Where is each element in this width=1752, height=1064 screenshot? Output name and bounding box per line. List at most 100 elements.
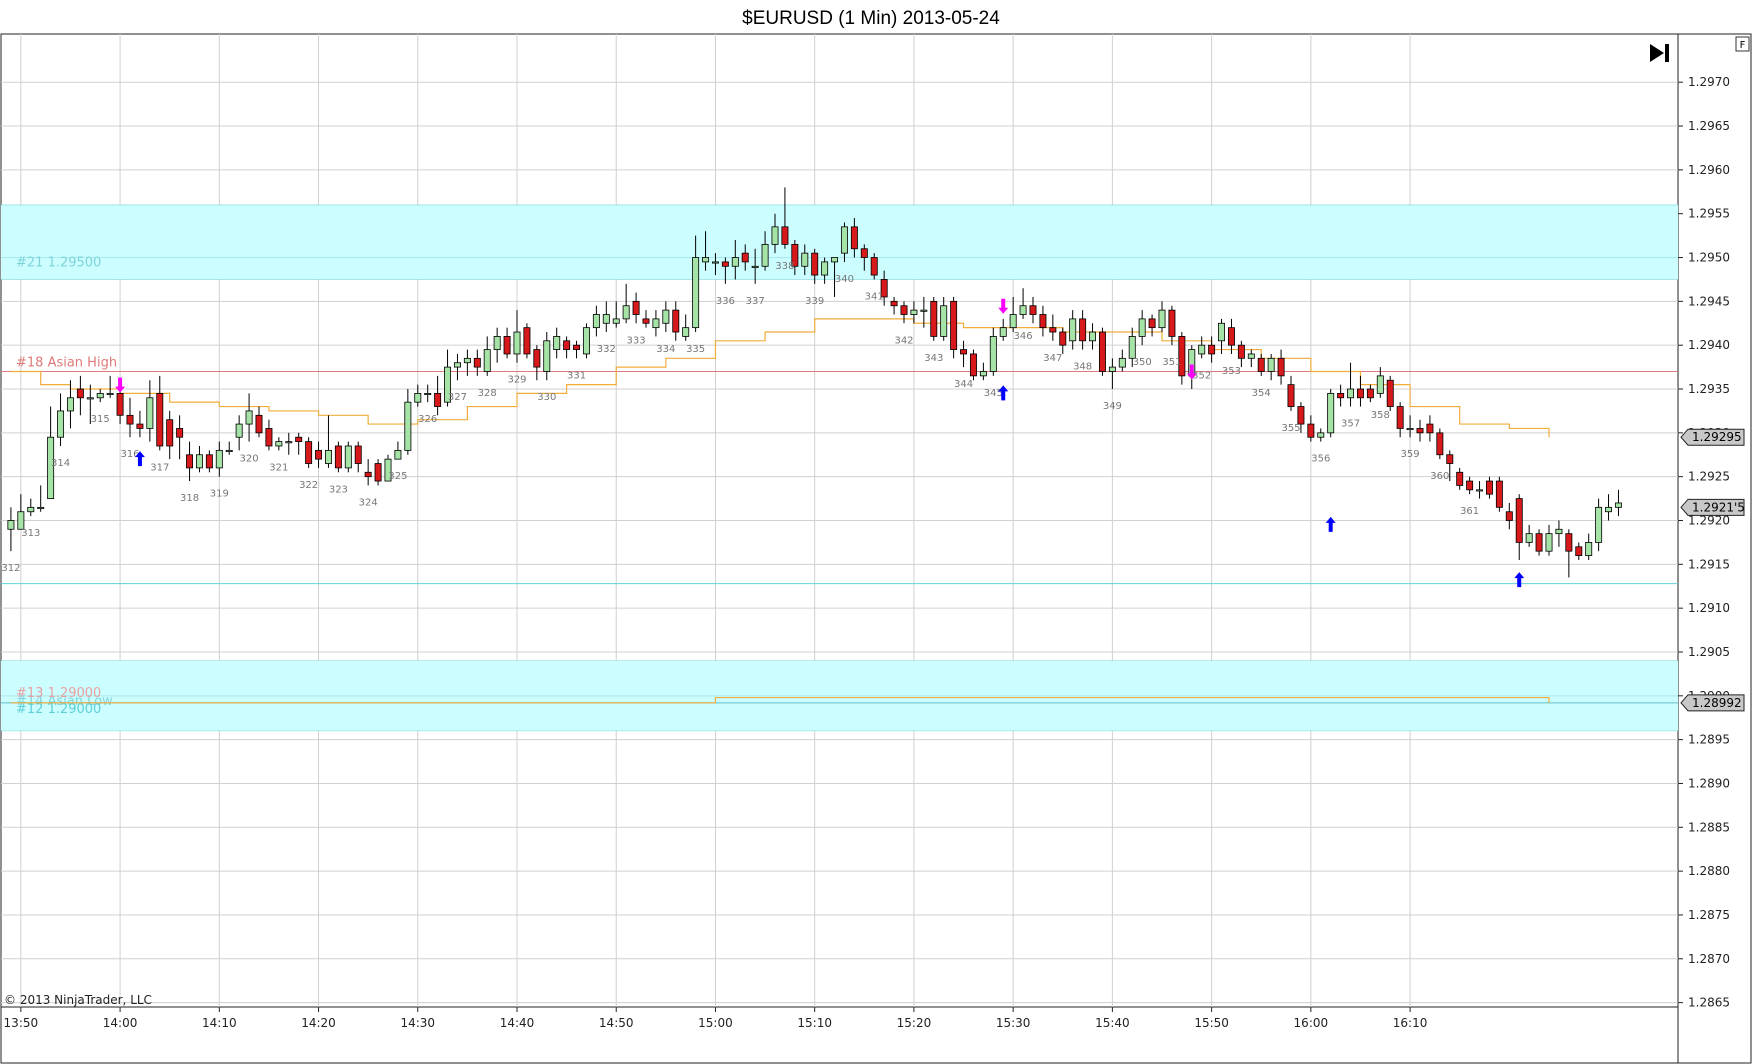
candle [334, 441, 342, 473]
candle-body [1237, 344, 1245, 359]
price-box-ma-label: 1.29295 [1692, 430, 1742, 444]
f-button[interactable]: F [1735, 36, 1750, 52]
candle-body [1356, 388, 1364, 399]
candle-body [652, 318, 660, 329]
candle-body [1049, 327, 1057, 333]
candle-body [27, 506, 35, 513]
y-tick-label-1.2925: 1.2925 [1688, 470, 1730, 484]
candle-body [1426, 423, 1434, 434]
candle-body [1138, 318, 1146, 337]
x-tick-label-1440: 14:40 [500, 1016, 535, 1030]
chart-title: $EURUSD (1 Min) 2013-05-24 [742, 8, 1000, 29]
candle-body [344, 445, 352, 469]
candle-body [672, 309, 680, 333]
y-tick-label-1.2895: 1.2895 [1688, 733, 1730, 747]
candle-body [86, 397, 94, 400]
candle-body [1208, 344, 1216, 355]
bar-label-317: 317 [150, 462, 169, 473]
candle-body [1178, 336, 1186, 377]
y-tick-label-1.2970: 1.2970 [1688, 75, 1730, 89]
bar-label-359: 359 [1401, 449, 1420, 460]
candle-body [682, 327, 690, 337]
candle-body [1386, 379, 1394, 407]
bar-label-354: 354 [1252, 388, 1271, 399]
candle-body [513, 331, 521, 355]
y-tick-label-1.2915: 1.2915 [1688, 557, 1730, 571]
candle-body [1485, 480, 1493, 495]
candle-body [1128, 336, 1136, 359]
candle-body [1307, 423, 1315, 438]
y-tick-label-1.2865: 1.2865 [1688, 996, 1730, 1010]
candle-body [66, 397, 74, 412]
candle-body [1515, 498, 1523, 543]
candle [1098, 327, 1106, 376]
candle [950, 296, 958, 359]
y-tick-label-1.2880: 1.2880 [1688, 864, 1730, 878]
candle-body [1575, 546, 1583, 556]
candle-body [831, 257, 839, 263]
candle-body [1009, 314, 1017, 329]
candle-body [1118, 357, 1126, 368]
candle-body [1247, 353, 1255, 359]
candle-body [850, 226, 858, 250]
price-chart: $EURUSD (1 Min) 2013-05-24 #21 1.29500 #1… [0, 8, 1752, 1064]
candle-body [890, 300, 898, 307]
x-tick-label-1540: 15:40 [1095, 1016, 1130, 1030]
candle-body [573, 344, 581, 350]
candle-body [801, 252, 809, 267]
bar-label-349: 349 [1103, 401, 1122, 412]
bar-label-323: 323 [329, 484, 348, 495]
y-tick-label-1.2940: 1.2940 [1688, 338, 1730, 352]
bar-label-334: 334 [656, 344, 675, 355]
candle-body [1069, 318, 1077, 342]
candle-body [1416, 428, 1424, 434]
candle-body [860, 248, 868, 258]
bar-label-347: 347 [1043, 353, 1062, 364]
bar-label-339: 339 [805, 296, 824, 307]
go-to-end-button[interactable] [1643, 40, 1673, 66]
candle-body [1614, 502, 1622, 508]
candle-body [205, 454, 213, 469]
x-tick-label-1500: 15:00 [698, 1016, 733, 1030]
bar-label-313: 313 [21, 528, 40, 539]
candle-body [116, 392, 124, 416]
bar-label-338: 338 [775, 261, 794, 272]
candle-body [969, 353, 977, 377]
candle-body [1148, 318, 1156, 329]
candle-body [1218, 322, 1226, 342]
bar-label-360: 360 [1430, 471, 1449, 482]
candle-body [1545, 533, 1553, 552]
candle-body [1098, 331, 1106, 372]
candle-body [642, 318, 650, 324]
candle-body [1396, 406, 1404, 429]
bar-label-341: 341 [865, 291, 884, 302]
bar-label-320: 320 [240, 454, 259, 465]
resistance-zone-label: #21 1.29500 [16, 256, 101, 271]
bar-label-322: 322 [299, 480, 318, 491]
bar-label-325: 325 [388, 471, 407, 482]
candle-body [632, 300, 640, 315]
x-tick-label-1550: 15:50 [1194, 1016, 1229, 1030]
x-tick-label-1450: 14:50 [599, 1016, 634, 1030]
candle-body [1277, 357, 1285, 377]
candle-body [1525, 533, 1533, 543]
candle-body [315, 449, 323, 460]
candle-body [840, 226, 848, 254]
resistance-zone [1, 204, 1678, 280]
time-axis: 13:50 14:00 14:10 14:20 14:30 14:40 14:50 15:00… [4, 1007, 1427, 1030]
candle-body [1436, 432, 1444, 456]
candle-body [1565, 533, 1573, 552]
bar-label-327: 327 [448, 392, 467, 403]
price-box-lower: 1.28992 [1680, 694, 1745, 712]
candle-body [394, 449, 402, 460]
candle-body [195, 454, 203, 469]
candle-body [7, 520, 15, 530]
candle-body [354, 445, 362, 464]
candle-body [1585, 542, 1593, 556]
candle-body [1317, 432, 1325, 438]
asian-high-label: #18 Asian High [16, 355, 117, 370]
candle [1386, 375, 1394, 411]
candle-body [622, 305, 630, 320]
candle-body [324, 449, 332, 464]
candle-body [731, 257, 739, 267]
